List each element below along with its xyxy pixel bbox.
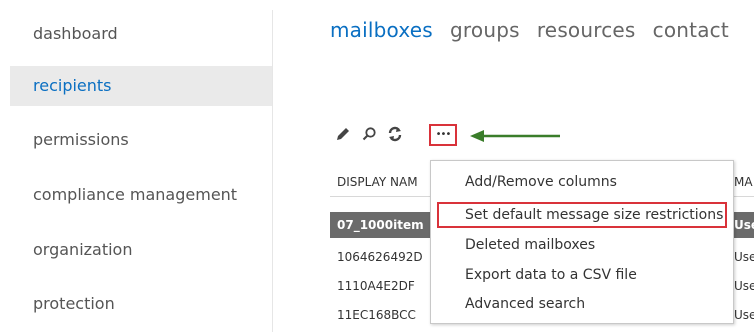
sidebar-item-protection[interactable]: protection	[10, 284, 272, 324]
tab-groups[interactable]: groups	[450, 18, 520, 42]
tab-contacts[interactable]: contact	[653, 18, 729, 42]
menu-item-set-default-message-size-restrictions[interactable]: Set default message size restrictions	[437, 202, 727, 228]
column-header-display-name[interactable]: DISPLAY NAM	[337, 168, 418, 196]
cell-display-name: 1064626492D	[337, 250, 423, 264]
refresh-button[interactable]	[385, 124, 405, 144]
sidebar-item-compliance-management[interactable]: compliance management	[10, 175, 272, 215]
cell-mailbox-type: Use	[734, 250, 754, 264]
cell-mailbox-type: Use	[734, 308, 754, 322]
menu-item-advanced-search[interactable]: Advanced search	[437, 291, 727, 317]
sidebar-item-dashboard[interactable]: dashboard	[10, 14, 272, 54]
column-header-mailbox-type[interactable]: MA	[734, 168, 753, 196]
cell-mailbox-type: Use	[734, 279, 754, 293]
search-icon	[362, 127, 376, 141]
sidebar-item-permissions[interactable]: permissions	[10, 120, 272, 160]
cell-mailbox-type: Use	[734, 218, 754, 232]
edit-button[interactable]	[333, 124, 353, 144]
search-button[interactable]	[359, 124, 379, 144]
refresh-icon	[388, 126, 402, 142]
sidebar-nav: dashboard recipients permissions complia…	[0, 0, 272, 332]
cell-display-name: 11EC168BCC	[337, 308, 416, 322]
tab-resources[interactable]: resources	[537, 18, 636, 42]
more-options-icon: •••	[435, 129, 452, 140]
sidebar-item-organization[interactable]: organization	[10, 230, 272, 270]
tab-bar: mailboxes groups resources contact	[330, 18, 741, 42]
sidebar-divider	[272, 10, 273, 332]
cell-display-name: 07_1000item	[337, 218, 424, 232]
pencil-icon	[337, 128, 349, 140]
menu-item-export-data-csv[interactable]: Export data to a CSV file	[437, 262, 727, 288]
menu-item-deleted-mailboxes[interactable]: Deleted mailboxes	[437, 232, 727, 258]
more-options-button[interactable]: •••	[429, 124, 457, 146]
cell-display-name: 1110A4E2DF	[337, 279, 415, 293]
more-options-menu: Add/Remove columns Set default message s…	[430, 160, 734, 324]
tab-mailboxes[interactable]: mailboxes	[330, 18, 433, 42]
sidebar-item-recipients[interactable]: recipients	[10, 66, 272, 106]
green-arrow-annotation	[470, 130, 560, 142]
menu-item-add-remove-columns[interactable]: Add/Remove columns	[437, 169, 727, 195]
